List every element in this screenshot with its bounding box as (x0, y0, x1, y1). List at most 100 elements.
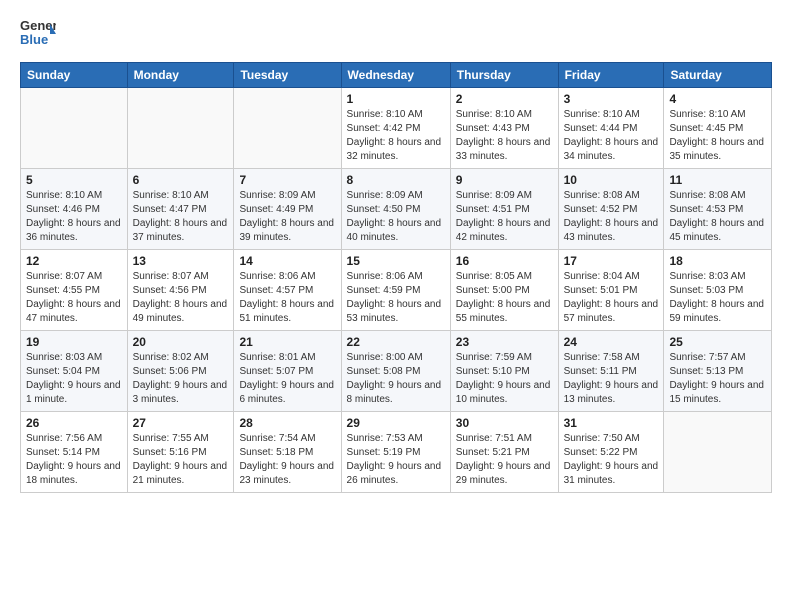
calendar-cell: 17Sunrise: 8:04 AM Sunset: 5:01 PM Dayli… (558, 250, 664, 331)
day-number: 2 (456, 92, 553, 106)
calendar-cell: 3Sunrise: 8:10 AM Sunset: 4:44 PM Daylig… (558, 88, 664, 169)
calendar-week-row: 5Sunrise: 8:10 AM Sunset: 4:46 PM Daylig… (21, 169, 772, 250)
day-number: 23 (456, 335, 553, 349)
day-info: Sunrise: 8:08 AM Sunset: 4:52 PM Dayligh… (564, 189, 659, 245)
day-number: 29 (347, 416, 445, 430)
day-info: Sunrise: 7:53 AM Sunset: 5:19 PM Dayligh… (347, 432, 445, 488)
day-info: Sunrise: 8:06 AM Sunset: 4:57 PM Dayligh… (239, 270, 335, 326)
calendar-cell (664, 412, 772, 493)
calendar-cell: 29 Sunrise: 7:53 AM Sunset: 5:19 PM Dayli… (341, 412, 450, 493)
day-info: Sunrise: 8:06 AM Sunset: 4:59 PM Dayligh… (347, 270, 445, 326)
page: General Blue SundayMondayTuesdayWednesda… (0, 0, 792, 612)
day-info: Sunrise: 7:56 AM Sunset: 5:14 PM Dayligh… (26, 432, 122, 488)
day-info: Sunrise: 8:02 AM Sunset: 5:06 PM Dayligh… (133, 351, 229, 407)
day-info: Sunrise: 8:01 AM Sunset: 5:07 PM Dayligh… (239, 351, 335, 407)
calendar-cell: 30Sunrise: 7:51 AM Sunset: 5:21 PM Dayli… (450, 412, 558, 493)
calendar-cell: 19 Sunrise: 8:03 AM Sunset: 5:04 PM Dayli… (21, 331, 128, 412)
calendar-cell (127, 88, 234, 169)
day-number: 3 (564, 92, 659, 106)
day-info: Sunrise: 8:04 AM Sunset: 5:01 PM Dayligh… (564, 270, 659, 326)
day-info: Sunrise: 7:55 AM Sunset: 5:16 PM Dayligh… (133, 432, 229, 488)
day-number: 22 (347, 335, 445, 349)
weekday-header-sunday: Sunday (21, 63, 128, 88)
day-info: Sunrise: 7:59 AM Sunset: 5:10 PM Dayligh… (456, 351, 553, 407)
day-info: Sunrise: 8:09 AM Sunset: 4:50 PM Dayligh… (347, 189, 445, 245)
calendar-cell: 4 Sunrise: 8:10 AM Sunset: 4:45 PM Daylig… (664, 88, 772, 169)
day-number: 4 (669, 92, 766, 106)
day-info: Sunrise: 8:10 AM Sunset: 4:42 PM Dayligh… (347, 108, 445, 164)
calendar-week-row: 1 Sunrise: 8:10 AM Sunset: 4:42 PM Daylig… (21, 88, 772, 169)
day-info: Sunrise: 8:10 AM Sunset: 4:45 PM Dayligh… (669, 108, 766, 164)
day-number: 1 (347, 92, 445, 106)
day-info: Sunrise: 8:07 AM Sunset: 4:56 PM Dayligh… (133, 270, 229, 326)
calendar-cell: 20 Sunrise: 8:02 AM Sunset: 5:06 PM Dayli… (127, 331, 234, 412)
day-number: 16 (456, 254, 553, 268)
calendar-cell: 13 Sunrise: 8:07 AM Sunset: 4:56 PM Dayli… (127, 250, 234, 331)
day-number: 14 (239, 254, 335, 268)
logo-icon: General Blue (20, 16, 56, 52)
calendar-cell: 27 Sunrise: 7:55 AM Sunset: 5:16 PM Dayli… (127, 412, 234, 493)
day-number: 19 (26, 335, 122, 349)
day-number: 18 (669, 254, 766, 268)
weekday-header-wednesday: Wednesday (341, 63, 450, 88)
calendar-cell: 12 Sunrise: 8:07 AM Sunset: 4:55 PM Dayli… (21, 250, 128, 331)
logo: General Blue (20, 16, 56, 52)
weekday-header-thursday: Thursday (450, 63, 558, 88)
day-number: 25 (669, 335, 766, 349)
calendar-cell: 28Sunrise: 7:54 AM Sunset: 5:18 PM Dayli… (234, 412, 341, 493)
day-number: 28 (239, 416, 335, 430)
day-number: 30 (456, 416, 553, 430)
day-info: Sunrise: 8:05 AM Sunset: 5:00 PM Dayligh… (456, 270, 553, 326)
header: General Blue (20, 16, 772, 52)
day-info: Sunrise: 8:08 AM Sunset: 4:53 PM Dayligh… (669, 189, 766, 245)
day-info: Sunrise: 8:09 AM Sunset: 4:51 PM Dayligh… (456, 189, 553, 245)
calendar-week-row: 12 Sunrise: 8:07 AM Sunset: 4:55 PM Dayli… (21, 250, 772, 331)
calendar-cell (21, 88, 128, 169)
calendar-cell: 6 Sunrise: 8:10 AM Sunset: 4:47 PM Daylig… (127, 169, 234, 250)
calendar-cell: 21 Sunrise: 8:01 AM Sunset: 5:07 PM Dayli… (234, 331, 341, 412)
calendar-cell: 22 Sunrise: 8:00 AM Sunset: 5:08 PM Dayli… (341, 331, 450, 412)
day-number: 10 (564, 173, 659, 187)
day-number: 8 (347, 173, 445, 187)
day-info: Sunrise: 8:10 AM Sunset: 4:43 PM Dayligh… (456, 108, 553, 164)
calendar-week-row: 26Sunrise: 7:56 AM Sunset: 5:14 PM Dayli… (21, 412, 772, 493)
day-number: 13 (133, 254, 229, 268)
weekday-header-tuesday: Tuesday (234, 63, 341, 88)
calendar-cell: 1 Sunrise: 8:10 AM Sunset: 4:42 PM Daylig… (341, 88, 450, 169)
calendar-cell: 14 Sunrise: 8:06 AM Sunset: 4:57 PM Dayli… (234, 250, 341, 331)
calendar-cell: 9 Sunrise: 8:09 AM Sunset: 4:51 PM Daylig… (450, 169, 558, 250)
day-info: Sunrise: 8:09 AM Sunset: 4:49 PM Dayligh… (239, 189, 335, 245)
day-info: Sunrise: 8:00 AM Sunset: 5:08 PM Dayligh… (347, 351, 445, 407)
day-number: 31 (564, 416, 659, 430)
calendar-cell: 11 Sunrise: 8:08 AM Sunset: 4:53 PM Dayli… (664, 169, 772, 250)
day-number: 21 (239, 335, 335, 349)
weekday-header-friday: Friday (558, 63, 664, 88)
day-info: Sunrise: 8:10 AM Sunset: 4:47 PM Dayligh… (133, 189, 229, 245)
weekday-header-saturday: Saturday (664, 63, 772, 88)
day-info: Sunrise: 8:07 AM Sunset: 4:55 PM Dayligh… (26, 270, 122, 326)
day-info: Sunrise: 7:50 AM Sunset: 5:22 PM Dayligh… (564, 432, 659, 488)
calendar-cell: 31 Sunrise: 7:50 AM Sunset: 5:22 PM Dayli… (558, 412, 664, 493)
day-info: Sunrise: 8:03 AM Sunset: 5:04 PM Dayligh… (26, 351, 122, 407)
weekday-header-row: SundayMondayTuesdayWednesdayThursdayFrid… (21, 63, 772, 88)
calendar-cell: 26Sunrise: 7:56 AM Sunset: 5:14 PM Dayli… (21, 412, 128, 493)
day-number: 12 (26, 254, 122, 268)
day-number: 20 (133, 335, 229, 349)
day-number: 27 (133, 416, 229, 430)
day-info: Sunrise: 8:10 AM Sunset: 4:46 PM Dayligh… (26, 189, 122, 245)
calendar-cell: 5Sunrise: 8:10 AM Sunset: 4:46 PM Daylig… (21, 169, 128, 250)
day-number: 6 (133, 173, 229, 187)
calendar-week-row: 19 Sunrise: 8:03 AM Sunset: 5:04 PM Dayli… (21, 331, 772, 412)
calendar-cell: 8 Sunrise: 8:09 AM Sunset: 4:50 PM Daylig… (341, 169, 450, 250)
calendar-cell: 18Sunrise: 8:03 AM Sunset: 5:03 PM Dayli… (664, 250, 772, 331)
day-number: 7 (239, 173, 335, 187)
calendar-cell: 24Sunrise: 7:58 AM Sunset: 5:11 PM Dayli… (558, 331, 664, 412)
calendar-cell (234, 88, 341, 169)
day-number: 11 (669, 173, 766, 187)
weekday-header-monday: Monday (127, 63, 234, 88)
calendar-cell: 25 Sunrise: 7:57 AM Sunset: 5:13 PM Dayli… (664, 331, 772, 412)
calendar-cell: 2 Sunrise: 8:10 AM Sunset: 4:43 PM Daylig… (450, 88, 558, 169)
day-info: Sunrise: 7:57 AM Sunset: 5:13 PM Dayligh… (669, 351, 766, 407)
day-info: Sunrise: 7:58 AM Sunset: 5:11 PM Dayligh… (564, 351, 659, 407)
day-number: 9 (456, 173, 553, 187)
